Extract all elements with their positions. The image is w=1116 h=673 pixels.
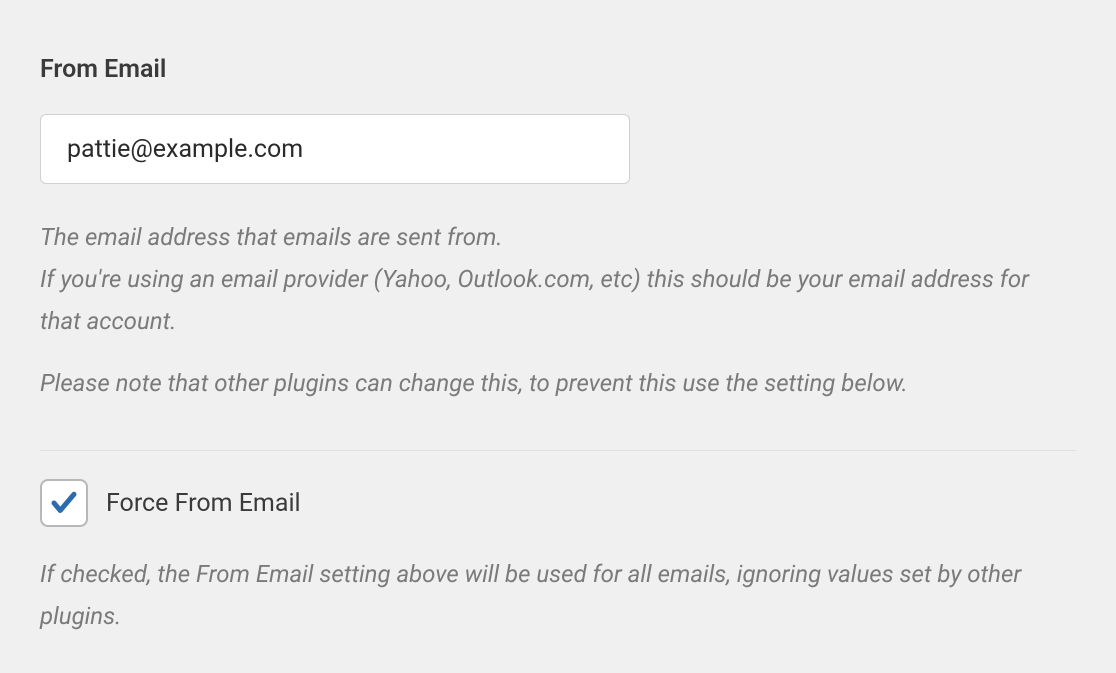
force-from-email-row: Force From Email	[40, 479, 1076, 527]
from-email-help: The email address that emails are sent f…	[40, 216, 1070, 404]
force-from-email-help: If checked, the From Email setting above…	[40, 553, 1070, 637]
from-email-input[interactable]	[40, 114, 630, 184]
from-email-label: From Email	[40, 55, 1076, 84]
force-from-email-label: Force From Email	[106, 489, 301, 518]
section-divider	[40, 450, 1076, 451]
help-line-2: If you're using an email provider (Yahoo…	[40, 265, 1029, 335]
help-note: Please note that other plugins can chang…	[40, 362, 1070, 404]
help-line-1: The email address that emails are sent f…	[40, 223, 503, 251]
